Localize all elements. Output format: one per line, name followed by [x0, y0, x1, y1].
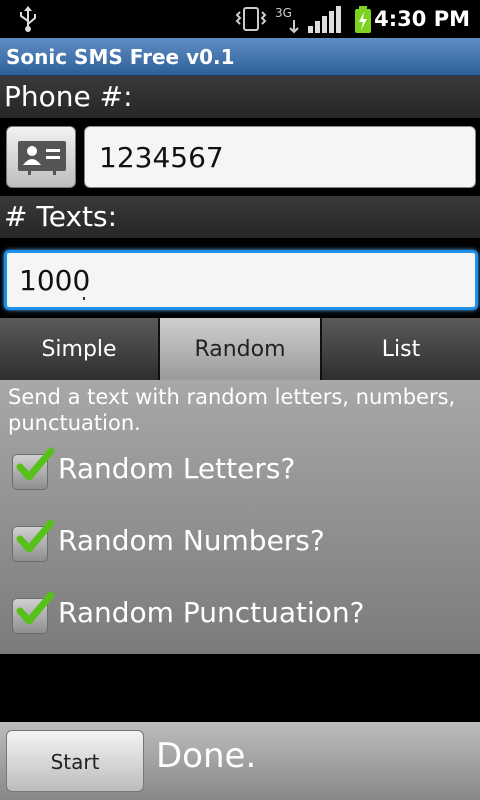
tab-simple-label: Simple: [41, 337, 117, 362]
svg-text:3G: 3G: [275, 6, 292, 20]
tab-simple[interactable]: Simple: [0, 318, 160, 380]
tab-list-label: List: [381, 337, 421, 362]
text-cursor: [83, 297, 85, 300]
phone-number-value: 1234567: [99, 141, 224, 174]
random-letters-label: Random Letters?: [58, 452, 296, 485]
signal-icon: [308, 6, 341, 33]
random-numbers-checkbox[interactable]: [12, 519, 55, 562]
clock: 4:30 PM: [374, 7, 470, 31]
phone-row: 1234567: [0, 118, 480, 196]
checkmark-icon: [16, 519, 55, 553]
start-button-label: Start: [50, 750, 100, 774]
phone-number-input[interactable]: 1234567: [84, 126, 476, 188]
vibrate-icon: [235, 7, 267, 31]
app-title-bar: Sonic SMS Free v0.1: [0, 38, 480, 76]
texts-label: # Texts:: [4, 200, 118, 233]
checkmark-icon: [16, 447, 55, 481]
tab-random-label: Random: [194, 337, 286, 362]
contact-card-icon: [18, 141, 66, 175]
3g-data-icon: 3G: [275, 6, 299, 34]
random-description: Send a text with random letters, numbers…: [8, 385, 456, 435]
bottom-bar: Start Done.: [0, 722, 480, 800]
texts-count-input[interactable]: 1000: [4, 250, 478, 310]
random-letters-option[interactable]: Random Letters?: [0, 446, 480, 506]
start-button[interactable]: Start: [6, 730, 144, 792]
mode-tabs: Simple Random List: [0, 318, 480, 380]
random-numbers-label: Random Numbers?: [58, 524, 325, 557]
phone-section-header: Phone #:: [0, 76, 480, 118]
random-punctuation-option[interactable]: Random Punctuation?: [0, 590, 480, 650]
app-title: Sonic SMS Free v0.1: [6, 45, 235, 69]
texts-row: 1000: [0, 240, 480, 316]
status-bar: 3G 4:30 PM: [0, 0, 480, 38]
random-letters-checkbox[interactable]: [12, 447, 55, 490]
random-punctuation-label: Random Punctuation?: [58, 596, 365, 629]
battery-charging-icon: [355, 6, 371, 33]
texts-section-header: # Texts:: [0, 196, 480, 238]
random-options-panel: Send a text with random letters, numbers…: [0, 380, 480, 654]
checkmark-icon: [16, 591, 55, 625]
texts-count-value: 1000: [19, 264, 91, 297]
random-numbers-option[interactable]: Random Numbers?: [0, 518, 480, 578]
phone-label: Phone #:: [4, 80, 133, 113]
status-text: Done.: [156, 736, 257, 776]
contact-picker-button[interactable]: [6, 126, 76, 188]
random-punctuation-checkbox[interactable]: [12, 591, 55, 634]
tab-list[interactable]: List: [322, 318, 480, 380]
tab-random[interactable]: Random: [160, 318, 322, 380]
usb-icon: [20, 6, 36, 32]
